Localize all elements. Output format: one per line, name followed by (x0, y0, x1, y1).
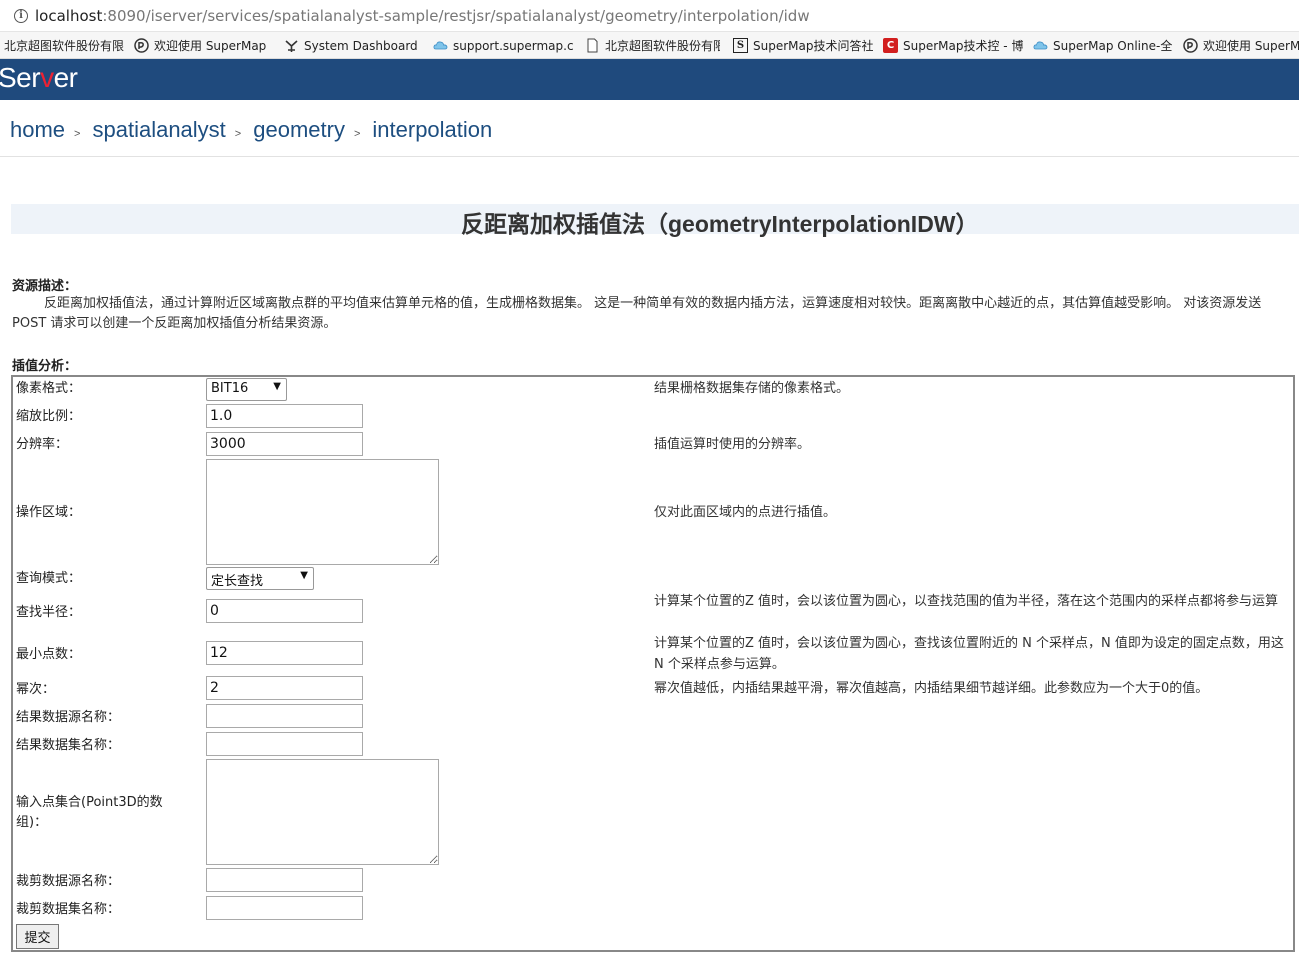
power-input[interactable] (206, 676, 363, 700)
clip-region-label: 操作区域： (16, 505, 82, 520)
header-banner: Server (0, 59, 1299, 100)
breadcrumb-separator: > (74, 128, 81, 140)
breadcrumb-separator: > (234, 128, 242, 140)
breadcrumb: home > spatialanalyst > geometry > inter… (10, 115, 492, 145)
clip-datasource-label: 裁剪数据源名称： (16, 874, 121, 889)
cloud-icon (1033, 38, 1048, 53)
min-points-help: 计算某个位置的Z 值时，会以该位置为圆心，查找该位置附近的 N 个采样点，N 值… (654, 636, 1284, 672)
title-band: 反距离加权插值法（geometryInterpolationIDW） (11, 204, 1299, 237)
breadcrumb-spatialanalyst[interactable]: spatialanalyst (92, 117, 225, 143)
input-points-label: 输入点集合(Point3D的数组)： (16, 795, 163, 830)
power-help: 幂次值越低，内插结果越平滑，幂次值越高，内插结果细节越详细。此参数应为一个大于0… (654, 681, 1209, 696)
zoom-scale-label: 缩放比例： (16, 409, 82, 424)
bookmark-9[interactable]: 欢迎使用 SuperMap (1183, 32, 1299, 58)
search-radius-help: 计算某个位置的Z 值时，会以该位置为圆心，以查找范围的值为半径，落在这个范围内的… (654, 594, 1279, 609)
breadcrumb-interpolation[interactable]: interpolation (372, 117, 492, 143)
bookmark-5[interactable]: 北京超图软件股份有限 (585, 32, 720, 58)
bookmark-6[interactable]: S SuperMap技术问答社 (733, 32, 873, 58)
cloud-icon (433, 38, 448, 53)
clip-datasource-input[interactable] (206, 868, 363, 892)
clip-region-textarea[interactable] (206, 459, 439, 565)
address-bar[interactable]: i localhost:8090/iserver/services/spatia… (0, 0, 1299, 32)
clip-dataset-input[interactable] (206, 896, 363, 920)
bookmark-7[interactable]: C SuperMap技术控 - 博 (883, 32, 1023, 58)
bookmark-1[interactable]: 北京超图软件股份有限 (4, 32, 124, 58)
clip-region-help: 仅对此面区域内的点进行插值。 (654, 505, 837, 520)
pixel-format-label: 像素格式： (16, 381, 82, 396)
interpolation-form: 像素格式： BIT16 ▼ 结果栅格数据集存储的像素格式。 缩放比例： 分辨率：… (11, 375, 1295, 952)
submit-button[interactable]: 提交 (16, 924, 59, 949)
interpolation-section-label: 插值分析： (12, 359, 78, 374)
resolution-label: 分辨率： (16, 437, 69, 452)
search-mode-select[interactable]: 定长查找 ▼ (206, 567, 314, 590)
pixel-format-select[interactable]: BIT16 ▼ (206, 378, 287, 401)
result-datasource-label: 结果数据源名称： (16, 710, 121, 725)
breadcrumb-geometry[interactable]: geometry (253, 117, 345, 143)
c-icon: C (883, 38, 898, 53)
dropdown-arrow-icon: ▼ (300, 570, 308, 581)
result-dataset-input[interactable] (206, 732, 363, 756)
input-points-textarea[interactable] (206, 759, 439, 865)
supermap-icon (1183, 38, 1198, 53)
url-text[interactable]: localhost:8090/iserver/services/spatiala… (35, 7, 810, 25)
zoom-scale-input[interactable] (206, 404, 363, 428)
search-radius-label: 查找半径： (16, 605, 82, 620)
page-title: 反距离加权插值法（geometryInterpolationIDW） (461, 211, 979, 237)
breadcrumb-separator: > (353, 128, 361, 140)
supermap-icon (134, 38, 149, 53)
breadcrumb-home[interactable]: home (10, 117, 65, 143)
power-label: 幂次： (16, 682, 56, 697)
resolution-input[interactable] (206, 432, 363, 456)
resource-description-label: 资源描述： (12, 279, 78, 294)
bookmarks-bar: 北京超图软件股份有限 欢迎使用 SuperMap System Dashboar… (0, 32, 1299, 59)
resolution-help: 插值运算时使用的分辨率。 (654, 437, 811, 452)
bookmark-4[interactable]: support.supermap.c (433, 32, 573, 58)
resource-description: 反距离加权插值法，通过计算附近区域离散点群的平均值来估算单元格的值，生成栅格数据… (12, 296, 1262, 331)
bookmark-2[interactable]: 欢迎使用 SuperMap (134, 32, 270, 58)
search-mode-label: 查询模式： (16, 571, 82, 586)
clip-dataset-label: 裁剪数据集名称： (16, 902, 121, 917)
min-points-label: 最小点数： (16, 647, 82, 662)
min-points-input[interactable] (206, 641, 363, 665)
pixel-format-help: 结果栅格数据集存储的像素格式。 (654, 381, 850, 396)
search-radius-input[interactable] (206, 599, 363, 623)
info-icon[interactable]: i (14, 8, 28, 23)
divider (0, 156, 1299, 157)
s-icon: S (733, 38, 748, 53)
dropdown-arrow-icon: ▼ (273, 381, 281, 392)
dashboard-icon (284, 38, 299, 53)
page-icon (585, 38, 600, 53)
server-logo[interactable]: Server (0, 62, 78, 94)
result-dataset-label: 结果数据集名称： (16, 738, 121, 753)
bookmark-8[interactable]: SuperMap Online-全 (1033, 32, 1173, 58)
bookmark-3[interactable]: System Dashboard (284, 32, 424, 58)
result-datasource-input[interactable] (206, 704, 363, 728)
